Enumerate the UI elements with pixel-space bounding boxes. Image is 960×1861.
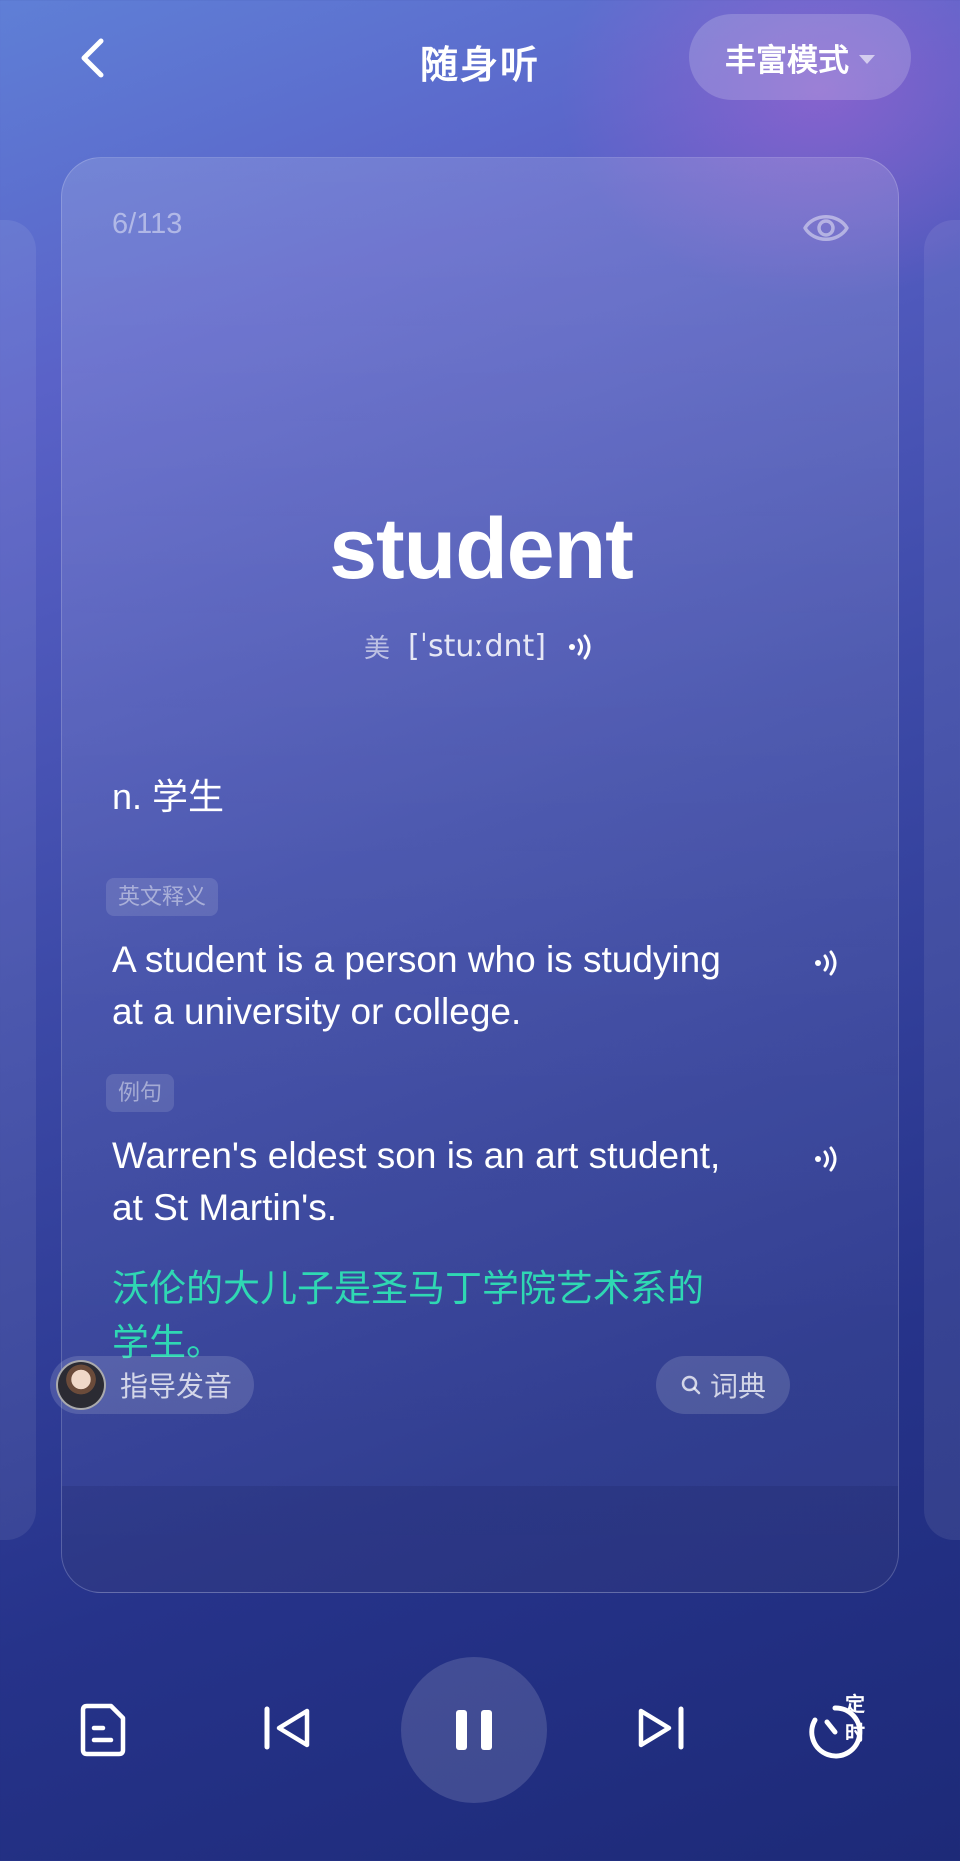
player-controls: 定时 [0,1650,960,1810]
english-definition-tag: 英文释义 [106,878,219,916]
play-definition-button[interactable] [810,948,844,978]
phonetic: [ˈstuːdnt] [408,629,546,664]
word-list-button[interactable] [74,1700,134,1760]
eye-icon [803,215,849,241]
pronunciation-region: 美 [363,633,390,663]
previous-card-edge [0,220,36,1540]
pronunciation-row: 美 [ˈstuːdnt] [62,628,898,665]
next-card-edge [924,220,960,1540]
previous-icon [264,1706,310,1750]
next-button[interactable] [630,1698,690,1758]
previous-button[interactable] [258,1698,318,1758]
dictionary-button[interactable]: 词典 [656,1356,790,1414]
speaker-icon [815,950,837,976]
avatar [56,1360,106,1410]
top-bar: 随身听 丰富模式 [0,0,960,120]
timer-label: 定时 [845,1694,865,1745]
dictionary-label: 词典 [709,1371,766,1402]
definition: n. 学生 [112,776,225,817]
guide-label: 指导发音 [120,1371,233,1402]
headword: student [329,501,634,597]
speaker-icon [815,1146,837,1172]
search-icon [681,1375,701,1395]
example-tag: 例句 [106,1074,175,1112]
speaker-icon [569,634,591,659]
next-icon [638,1706,684,1750]
caret-down-icon [859,54,875,64]
card-footer [62,1486,898,1592]
word-counter: 6/113 [112,208,183,240]
example-translation: 沃伦的大儿子是圣马丁学院艺术系的学生。 [112,1268,704,1363]
english-definition: A student is a person who is studying at… [112,939,721,1032]
pause-button[interactable] [401,1657,547,1803]
play-pronunciation-button[interactable] [564,632,598,662]
pronunciation-guide-button[interactable]: 指导发音 [50,1356,255,1414]
mode-label: 丰富模式 [725,42,849,78]
pause-icon [456,1710,492,1750]
toggle-visibility-button[interactable] [802,208,850,248]
document-icon [80,1703,126,1757]
play-example-button[interactable] [810,1144,844,1174]
mode-selector[interactable]: 丰富模式 [689,14,911,100]
example-sentence: Warren's eldest son is an art student, a… [112,1135,721,1228]
timer-button[interactable]: 定时 [803,1694,883,1764]
